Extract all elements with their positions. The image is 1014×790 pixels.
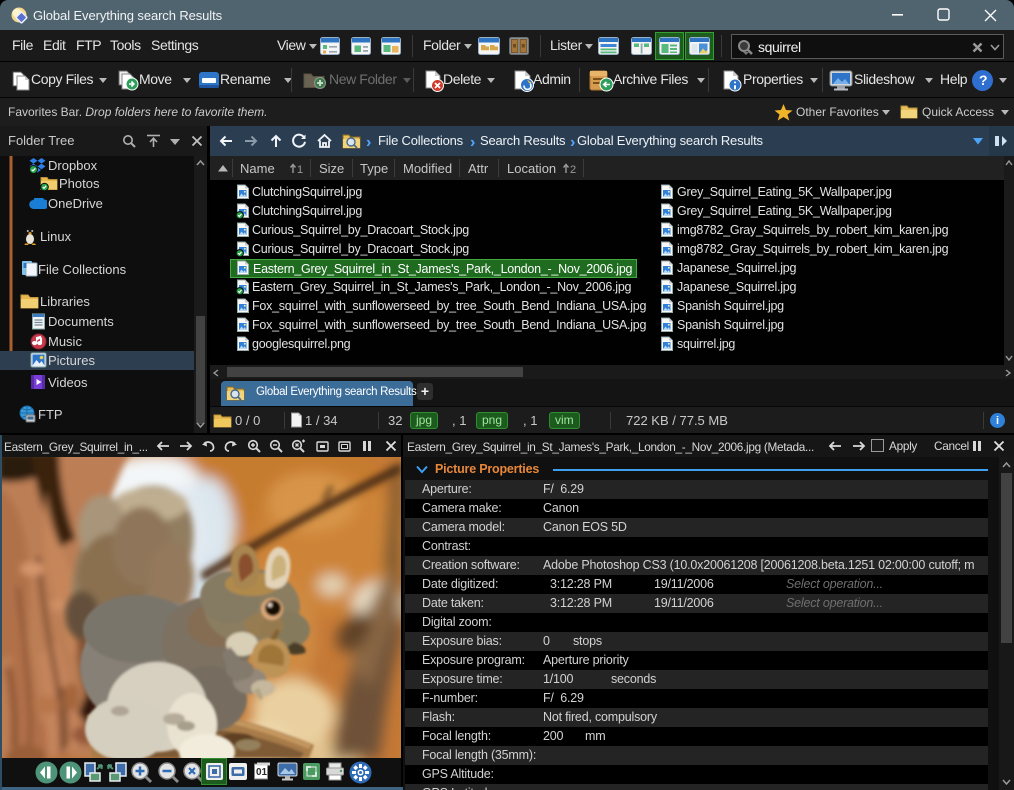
svg-text:01: 01 xyxy=(256,767,268,778)
svg-text:1: 1 xyxy=(297,164,303,174)
svg-text:2: 2 xyxy=(570,164,576,174)
